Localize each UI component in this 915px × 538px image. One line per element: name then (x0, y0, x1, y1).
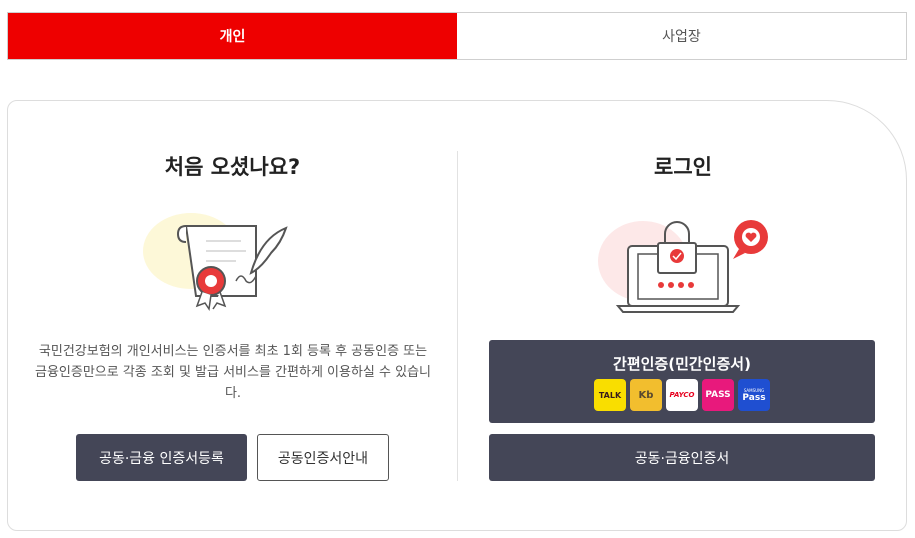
tab-business[interactable]: 사업장 (457, 13, 906, 59)
kakao-talk-icon: TALK (594, 379, 626, 411)
cert-login-button[interactable]: 공동·금융인증서 (489, 434, 875, 481)
service-description: 국민건강보험의 개인서비스는 인증서를 최초 1회 등록 후 공동인증 또는 금… (35, 344, 431, 401)
login-card: 처음 오셨나요? 국민건강보험의 개인서비스는 인증서를 최초 1회 등록 후 … (7, 100, 907, 531)
user-type-tabs: 개인 사업장 (7, 12, 907, 60)
provider-logos: TALK Kb PAYCO PASS SAMSUNG Pass (489, 379, 875, 411)
tab-personal[interactable]: 개인 (8, 13, 457, 59)
kb-icon: Kb (630, 379, 662, 411)
pass-icon: PASS (702, 379, 734, 411)
certificate-illustration (136, 206, 296, 316)
cert-guide-button[interactable]: 공동인증서안내 (257, 434, 389, 481)
samsung-pass-icon: SAMSUNG Pass (738, 379, 770, 411)
first-visit-title: 처음 오셨나요? (164, 155, 301, 179)
laptop-lock-illustration (593, 201, 773, 316)
payco-icon: PAYCO (666, 379, 698, 411)
column-divider (457, 151, 458, 481)
login-title: 로그인 (654, 155, 712, 179)
register-cert-button[interactable]: 공동·금융 인증서등록 (76, 434, 247, 481)
samsung-pass-text: Pass (742, 392, 766, 403)
simple-auth-button[interactable]: 간편인증(민간인증서) TALK Kb PAYCO PASS SAMSUNG P… (489, 340, 875, 423)
simple-auth-label: 간편인증(민간인증서) (613, 355, 751, 373)
